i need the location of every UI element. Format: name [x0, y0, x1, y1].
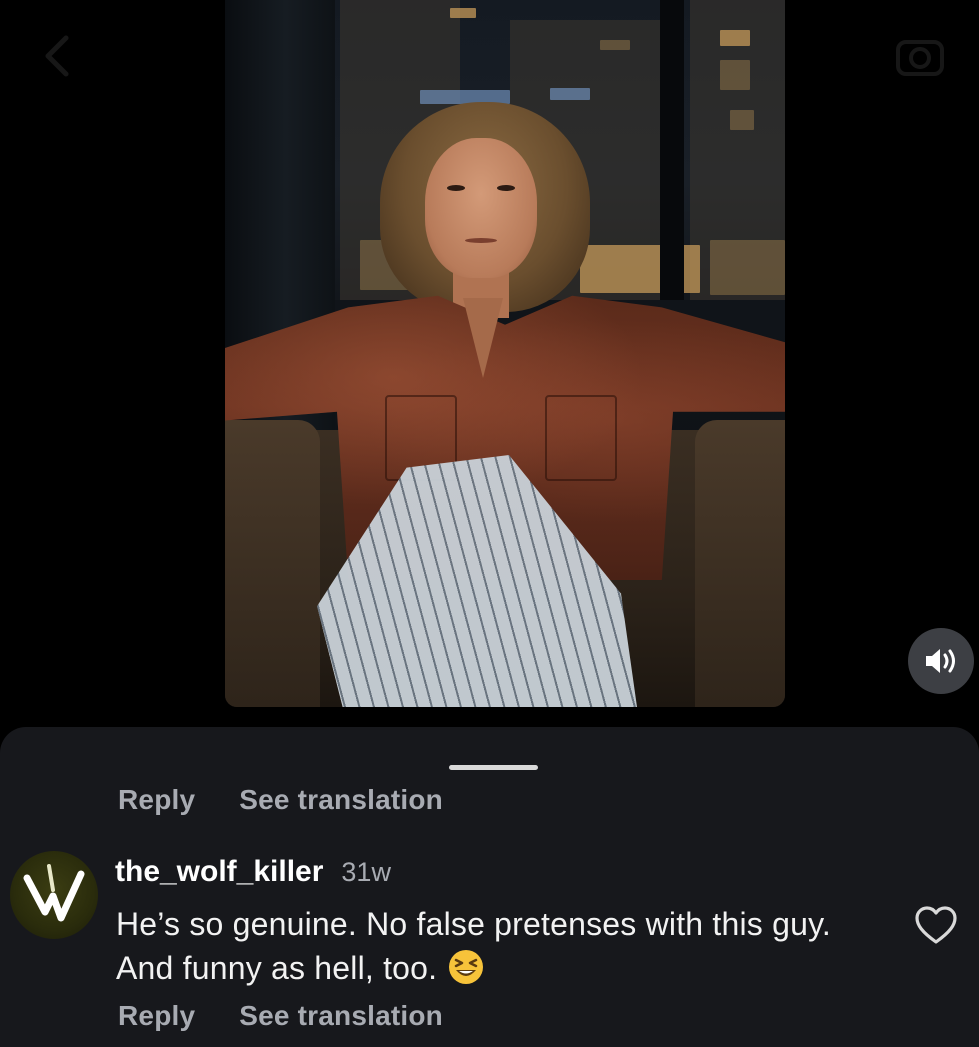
comment-timestamp: 31w: [341, 857, 391, 887]
armchair-left-arm: [225, 420, 320, 707]
armchair-right-arm: [695, 420, 785, 707]
person-eye-right: [497, 185, 515, 191]
person-face: [425, 138, 537, 278]
video-player[interactable]: [225, 0, 785, 707]
comment-header: the_wolf_killer 31w: [115, 855, 391, 889]
see-translation-button[interactable]: See translation: [239, 1000, 443, 1032]
sheet-drag-handle[interactable]: [449, 765, 538, 770]
see-translation-button[interactable]: See translation: [239, 784, 443, 816]
speaker-volume-icon: [926, 649, 955, 673]
camera-icon[interactable]: [892, 28, 948, 84]
person-eye-left: [447, 185, 465, 191]
wolf-logo-avatar-icon: [23, 864, 85, 922]
reply-button[interactable]: Reply: [118, 1000, 195, 1032]
comment-username[interactable]: the_wolf_killer: [115, 855, 323, 889]
comment-actions: Reply See translation: [118, 1000, 443, 1032]
avatar[interactable]: [10, 851, 98, 939]
comments-sheet: Reply See translation the_wolf_killer 31…: [0, 727, 979, 1047]
person-mouth: [465, 238, 497, 243]
comment-body: He’s so genuine. No false pretenses with…: [116, 902, 836, 997]
reply-button[interactable]: Reply: [118, 784, 195, 816]
screen: Reply See translation the_wolf_killer 31…: [0, 0, 979, 1047]
video-area: [0, 0, 979, 740]
sound-toggle-button[interactable]: [908, 628, 974, 694]
shirt-pocket-right: [545, 395, 617, 481]
back-arrow-icon[interactable]: [30, 28, 86, 84]
grinning-squinting-face-icon: [447, 948, 485, 997]
previous-comment-actions: Reply See translation: [118, 784, 443, 816]
heart-outline-icon[interactable]: [914, 905, 958, 945]
